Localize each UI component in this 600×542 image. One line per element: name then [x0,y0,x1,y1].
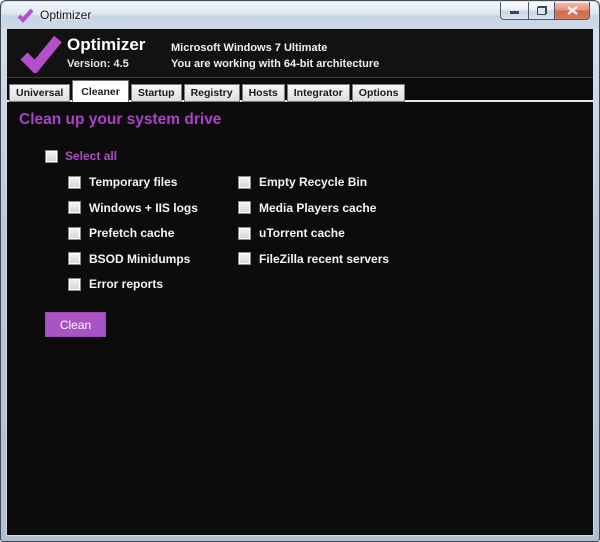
checkbox-unchecked-icon[interactable] [238,252,251,265]
minimize-icon [510,11,519,14]
option-label: Temporary files [89,175,178,189]
tab-universal[interactable]: Universal [9,84,71,102]
checkbox-unchecked-icon[interactable] [238,201,251,214]
tab-hosts[interactable]: Hosts [241,84,285,102]
option-windows-iis-logs[interactable]: Windows + IIS logs [68,201,198,215]
tab-cleaner[interactable]: Cleaner [72,80,129,102]
option-media-players-cache[interactable]: Media Players cache [238,201,389,215]
checkbox-unchecked-icon[interactable] [45,149,58,163]
select-all-checkbox-row[interactable]: Select all [45,149,117,163]
option-label: uTorrent cache [259,226,345,240]
page-title: Clean up your system drive [19,111,222,128]
checkbox-unchecked-icon[interactable] [68,277,81,291]
option-label: Empty Recycle Bin [259,175,368,189]
tab-label: Options [358,87,399,99]
app-name: Optimizer [67,35,146,54]
caption-buttons [500,2,590,20]
option-label: FileZilla recent servers [259,251,390,266]
close-button[interactable] [555,2,590,20]
option-label: Windows + IIS logs [89,200,198,215]
tab-label: Hosts [248,87,278,99]
clean-button[interactable]: Clean [45,312,106,337]
os-name: Microsoft Windows 7 Ultimate [171,42,328,54]
tab-label: Integrator [293,87,343,99]
checkbox-unchecked-icon[interactable] [68,201,81,214]
options-column-left: Temporary files Windows + IIS logs Prefe… [68,175,198,291]
option-label: Error reports [89,277,164,291]
tab-registry[interactable]: Registry [183,84,240,102]
maximize-button[interactable] [529,2,555,20]
tab-integrator[interactable]: Integrator [286,84,350,102]
options-column-right: Empty Recycle Bin Media Players cache uT… [238,175,389,266]
tab-label: Cleaner [81,85,120,98]
app-header: Optimizer Version: 4.5 Microsoft Windows… [7,29,593,78]
restore-icon [536,6,547,15]
option-error-reports[interactable]: Error reports [68,277,198,291]
optimizer-window: Optimizer Optimizer Version: 4.5 Microso… [0,0,600,542]
option-bsod-minidumps[interactable]: BSOD Minidumps [68,252,198,266]
option-prefetch-cache[interactable]: Prefetch cache [68,226,198,240]
os-architecture: You are working with 64-bit architecture [171,58,380,70]
option-filezilla-recent-servers[interactable]: FileZilla recent servers [238,252,389,266]
minimize-button[interactable] [500,2,529,20]
tab-strip: Universal Cleaner Startup Registry Hosts… [9,80,406,102]
option-temporary-files[interactable]: Temporary files [68,175,198,189]
option-label: Prefetch cache [89,226,175,240]
option-empty-recycle-bin[interactable]: Empty Recycle Bin [238,175,389,189]
select-all-label: Select all [65,149,118,163]
option-label: Media Players cache [259,200,377,215]
checkbox-unchecked-icon[interactable] [238,175,251,189]
close-icon [566,6,578,15]
app-version: Version: 4.5 [67,58,129,70]
option-label: BSOD Minidumps [89,251,191,266]
checkbox-unchecked-icon[interactable] [238,226,251,240]
checkbox-unchecked-icon[interactable] [68,252,81,265]
checkbox-unchecked-icon[interactable] [68,226,81,240]
option-utorrent-cache[interactable]: uTorrent cache [238,226,389,240]
app-checkmark-icon [17,8,34,23]
tab-options[interactable]: Options [351,84,406,102]
tab-label: Universal [16,87,64,99]
tab-startup[interactable]: Startup [130,84,182,102]
checkmark-logo [20,35,62,73]
window-title: Optimizer [40,8,92,22]
titlebar[interactable]: Optimizer [2,2,598,28]
tab-label: Startup [137,87,175,99]
checkbox-unchecked-icon[interactable] [68,175,81,189]
tab-label: Registry [190,87,233,99]
